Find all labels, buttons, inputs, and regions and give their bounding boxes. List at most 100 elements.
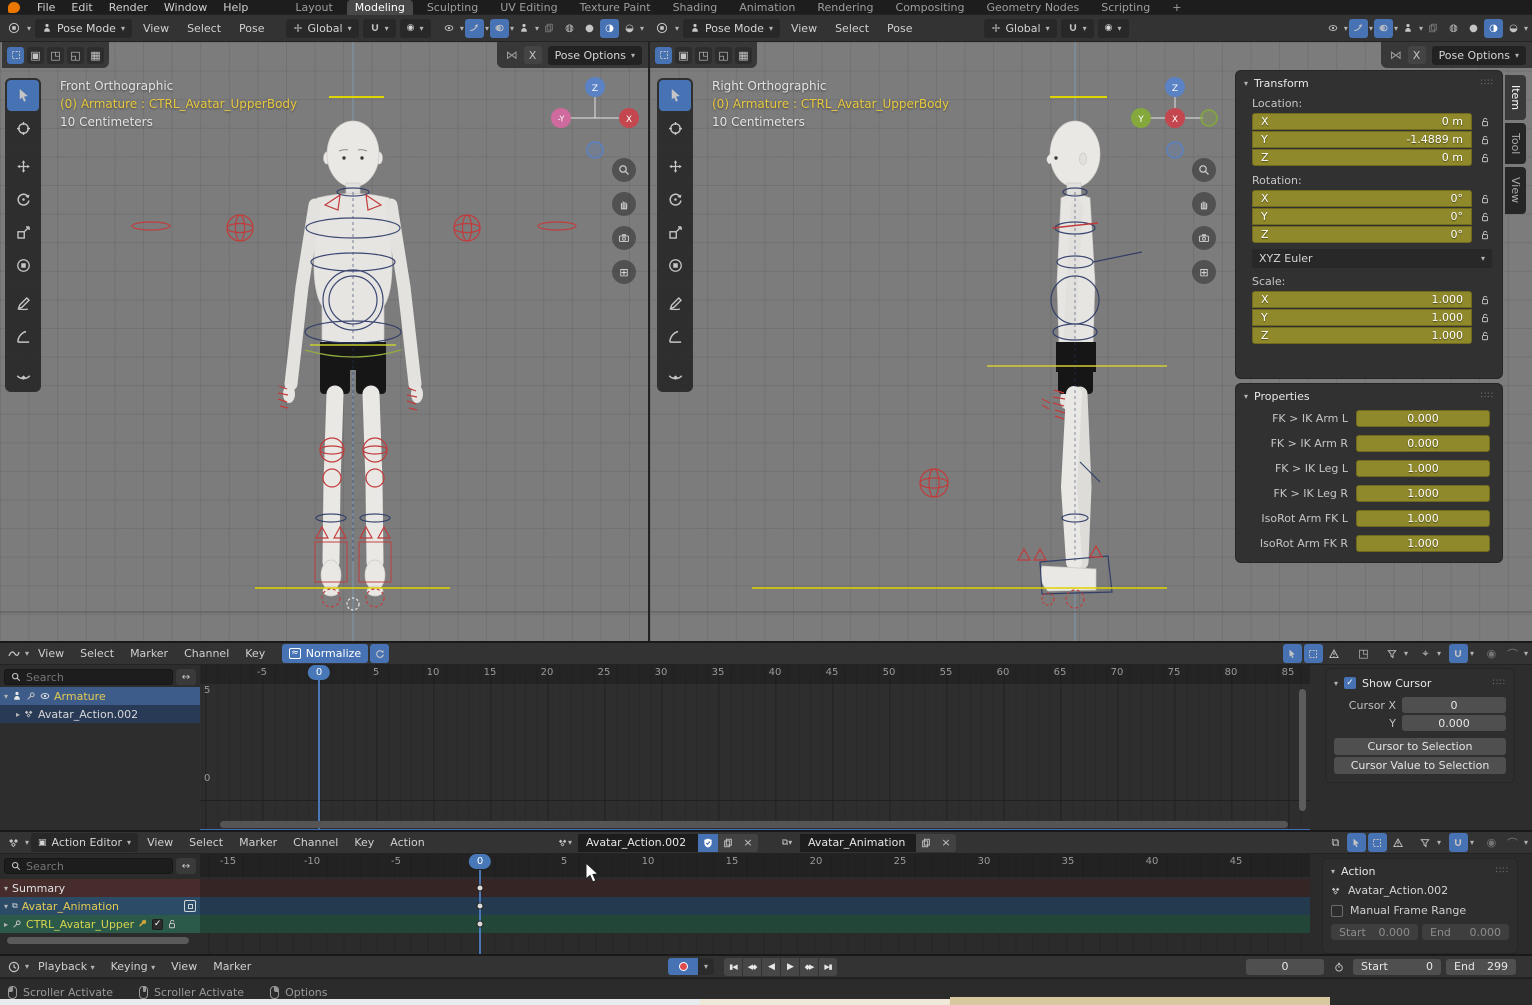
workspace-tab-layout[interactable]: Layout [287,0,340,15]
action-name-label[interactable]: Avatar_Action.002 [1348,884,1448,897]
fk-ik-leg-r-slider[interactable]: 1.000 [1356,485,1490,502]
graph-search-input[interactable] [4,669,173,685]
dope-channel-menu[interactable]: Channel [286,836,345,849]
editor-type-timeline-icon[interactable] [4,957,23,976]
wrench-icon[interactable] [138,919,148,929]
pin-icon[interactable] [26,691,36,701]
manual-frame-range-checkbox[interactable] [1331,905,1343,917]
channel-ctrl-avatar-upper[interactable]: ▸ CTRL_Avatar_Upper ✓ [0,915,200,933]
tool-move[interactable] [659,151,691,182]
pose-display-chevron[interactable]: ▾ [1419,24,1423,33]
select-mode-intersect[interactable]: ▦ [87,47,104,64]
next-keyframe-button[interactable]: ◆▶ [800,958,818,976]
tool-annotate[interactable] [659,288,691,319]
new-action-copy-icon[interactable] [718,834,738,852]
ctrl-track[interactable] [200,915,1310,933]
enabled-checkbox[interactable]: ✓ [152,919,163,930]
chevron-down-icon[interactable]: ▾ [4,692,8,701]
workspace-tab-shading[interactable]: Shading [665,0,726,15]
current-frame-field[interactable]: 0 [1246,959,1324,975]
select-mode-extend[interactable]: ▣ [27,47,44,64]
select-mode-new[interactable] [655,47,672,64]
x-mirror-butterfly-icon[interactable]: ⋈ [1390,48,1402,62]
menu-help[interactable]: Help [216,1,255,14]
shading-rendered-button[interactable]: ◒ [1504,19,1523,38]
lock-icon[interactable] [1478,309,1492,326]
rotation-y-field[interactable]: Y0° [1252,208,1472,225]
play-button[interactable]: ▶ [781,958,799,976]
chevron-right-icon[interactable]: ▸ [4,920,8,929]
playback-menu[interactable]: Playback ▾ [31,960,102,973]
dope-view-menu[interactable]: View [140,836,180,849]
lock-icon[interactable] [1478,208,1492,225]
tool-measure[interactable] [659,321,691,352]
overlays-toggle[interactable] [1374,19,1393,38]
fk-ik-arm-l-slider[interactable]: 0.000 [1356,410,1490,427]
tool-measure[interactable] [7,321,39,352]
proportional-edit-icon[interactable]: ⌖ [1416,644,1435,663]
workspace-tab-rendering[interactable]: Rendering [809,0,881,15]
sidebar-tab-tool[interactable]: Tool [1505,123,1526,164]
editor-type-dopesheet-icon[interactable] [4,833,23,852]
graph-ruler[interactable]: -50510152025303540455055606570758085 [200,665,1310,684]
transform-orientation-dropdown[interactable]: Global▾ [984,19,1057,38]
camera-view-icon[interactable] [612,226,636,250]
location-x-field[interactable]: X0 m [1252,113,1472,130]
pan-hand-icon[interactable] [612,192,636,216]
unlink-animation-icon[interactable]: × [936,834,956,852]
auto-snap-icon[interactable] [1449,644,1468,663]
unlink-action-icon[interactable]: × [738,834,758,852]
workspace-tab-sculpting[interactable]: Sculpting [419,0,486,15]
editor-type-graph-icon[interactable] [4,644,23,663]
pose-display-icon[interactable] [1399,19,1418,38]
workspace-tab-uv-editing[interactable]: UV Editing [492,0,565,15]
timeline-view-menu[interactable]: View [164,960,204,973]
editor-type-chevron[interactable]: ▾ [27,24,31,33]
action-start-field[interactable]: Start0.000 [1331,924,1418,940]
editor-type-chevron[interactable]: ▾ [675,24,679,33]
workspace-tab-geometry-nodes[interactable]: Geometry Nodes [978,0,1087,15]
rotation-x-field[interactable]: X0° [1252,190,1472,207]
smooth-curve-icon[interactable]: ⌒ [1503,644,1522,663]
select-mode-invert[interactable]: ◱ [715,47,732,64]
location-y-field[interactable]: Y-1.4889 m [1252,131,1472,148]
pose-display-icon[interactable] [515,19,534,38]
tool-cursor[interactable] [659,113,691,144]
fake-user-shield-icon[interactable] [698,834,718,852]
chevron-down-icon[interactable]: ▾ [4,884,8,893]
blender-logo-icon[interactable] [8,2,20,13]
tweak-cursor-icon[interactable] [1347,833,1366,852]
tool-pose-breakdowner[interactable] [659,359,691,390]
panel-grip[interactable]: ∷∷ [1481,78,1494,88]
gizmos-chevron[interactable]: ▾ [485,24,489,33]
graph-marker-menu[interactable]: Marker [123,647,175,660]
shading-chevron[interactable]: ▾ [1524,24,1528,33]
play-reverse-button[interactable]: ◀ [762,958,780,976]
shading-chevron[interactable]: ▾ [640,24,644,33]
overlays-toggle[interactable] [490,19,509,38]
box-select-icon[interactable] [1304,644,1323,663]
ghost-curves-icon[interactable]: ◉ [1482,644,1501,663]
tool-scale[interactable] [7,217,39,248]
tool-select-box[interactable] [659,80,691,111]
sidebar-tab-view[interactable]: View [1505,167,1526,213]
overlays-chevron[interactable]: ▾ [1394,24,1398,33]
select-menu[interactable]: Select [180,22,228,35]
channel-action[interactable]: ▸ Avatar_Action.002 [0,705,200,723]
editor-mode-dropdown[interactable]: ▣Action Editor▾ [31,833,138,852]
summary-track[interactable] [200,879,1310,897]
isorot-arm-fk-r-slider[interactable]: 1.000 [1356,535,1490,552]
panel-grip[interactable]: ∷∷ [1496,866,1509,876]
graph-frames-area[interactable]: -50510152025303540455055606570758085 [200,665,1310,832]
zoom-icon[interactable] [612,158,636,182]
browse-animation-icon[interactable]: ⧉▾ [774,833,800,852]
eye-icon[interactable] [40,691,50,701]
tool-scale[interactable] [659,217,691,248]
select-mode-intersect[interactable]: ▦ [735,47,752,64]
dope-hscrollbar[interactable] [7,937,189,944]
filter-icon[interactable] [1416,833,1435,852]
transform-orientation-dropdown[interactable]: Global▾ [286,19,359,38]
panel-grip[interactable]: ∷∷ [1481,391,1494,401]
frame-end-field[interactable]: End299 [1446,959,1516,975]
shading-wireframe-button[interactable]: ◍ [560,19,579,38]
